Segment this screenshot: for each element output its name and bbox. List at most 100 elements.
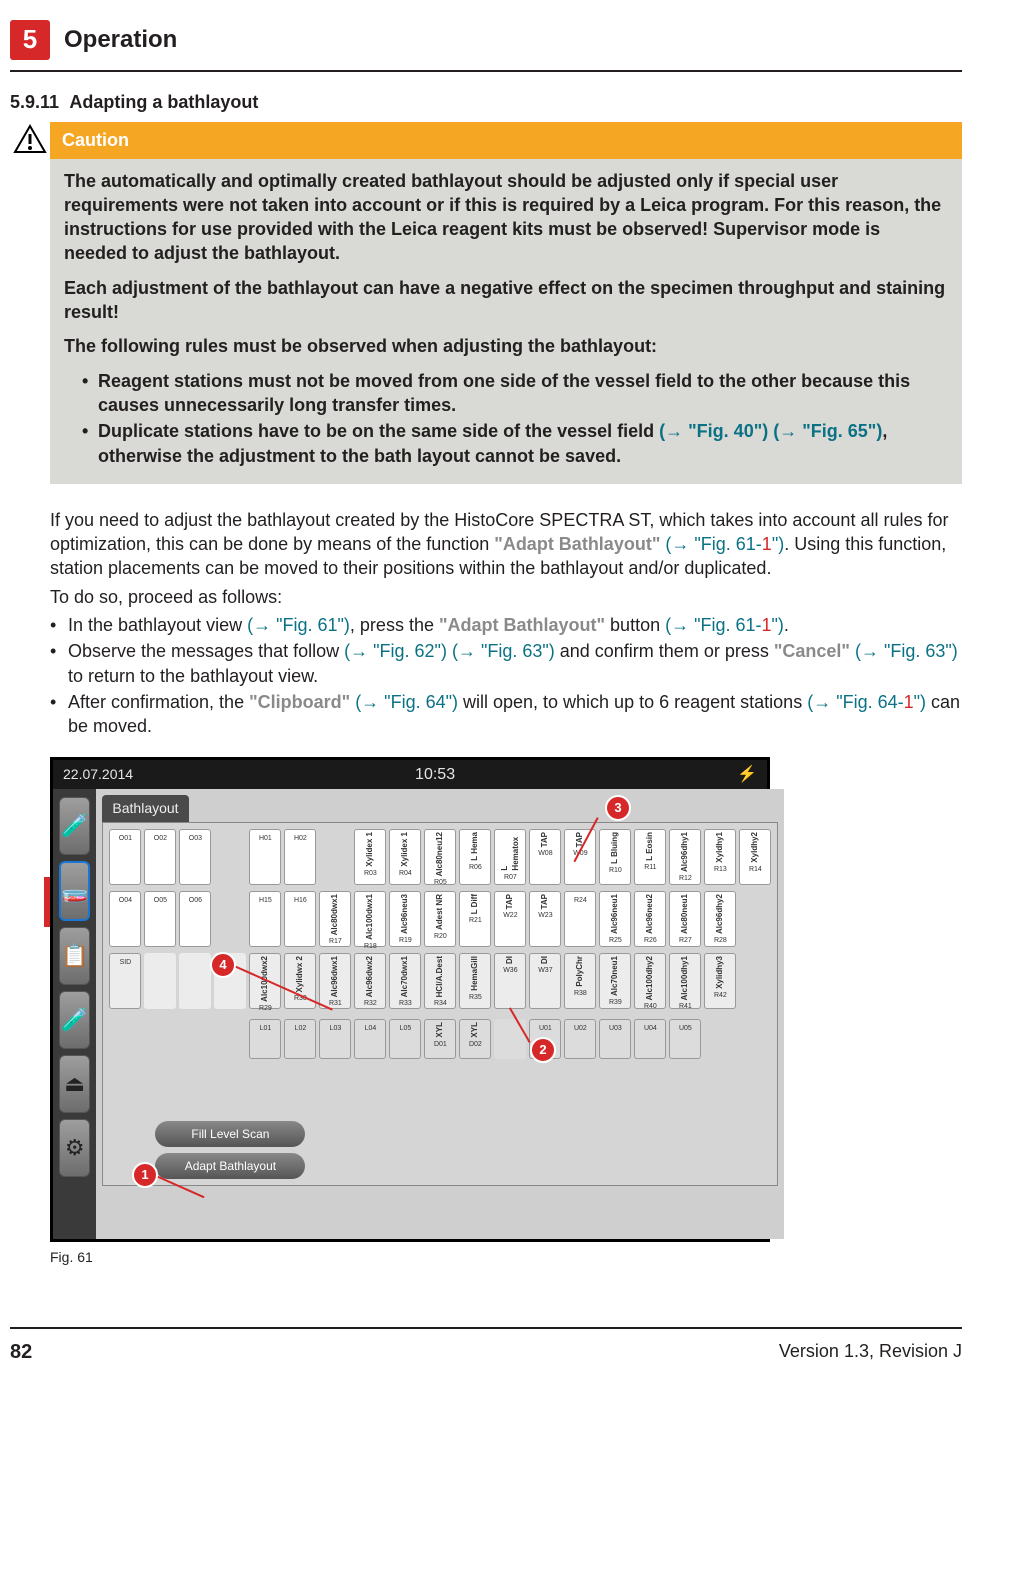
station-W23[interactable]: TAPW23 — [529, 891, 561, 947]
station-R42[interactable]: Xylidhy3R42 — [704, 953, 736, 1009]
station-gap — [319, 829, 351, 885]
station-L05[interactable]: L05 — [389, 1019, 421, 1059]
station-R10[interactable]: L BluingR10 — [599, 829, 631, 885]
station-O06[interactable]: O06 — [179, 891, 211, 947]
station-R21[interactable]: L DiffR21 — [459, 891, 491, 947]
station-gap — [494, 1019, 526, 1059]
station-L04[interactable]: L04 — [354, 1019, 386, 1059]
station-R29[interactable]: Alc100dwx2R29 — [249, 953, 281, 1009]
link-fig40[interactable]: (→ "Fig. 40") — [659, 421, 768, 441]
fill-level-scan-button[interactable]: Fill Level Scan — [155, 1121, 305, 1147]
station-R17[interactable]: Alc80dwx1R17 — [319, 891, 351, 947]
station-W09[interactable]: TAPW09 — [564, 829, 596, 885]
station-R38[interactable]: PolyChrR38 — [564, 953, 596, 1009]
sidebar-btn-bathlayout[interactable]: 🧫 — [59, 861, 90, 921]
station-R04[interactable]: Xylidex 1R04 — [389, 829, 421, 885]
station-W22[interactable]: TAPW22 — [494, 891, 526, 947]
station-O04[interactable]: O04 — [109, 891, 141, 947]
link-fig64[interactable]: (→ "Fig. 64") — [355, 692, 458, 712]
station-R03[interactable]: Xylidex 1R03 — [354, 829, 386, 885]
screenshot-time: 10:53 — [133, 764, 737, 786]
station-R06[interactable]: L HemaR06 — [459, 829, 491, 885]
station-R32[interactable]: Alc96dwx2R32 — [354, 953, 386, 1009]
station-R35[interactable]: HemaGillR35 — [459, 953, 491, 1009]
section-title: Adapting a bathlayout — [69, 92, 258, 112]
station-R41[interactable]: Alc100dhy1R41 — [669, 953, 701, 1009]
link-fig64-1[interactable]: (→ "Fig. 64-1") — [807, 692, 926, 712]
station-H16[interactable]: H16 — [284, 891, 316, 947]
station-D02[interactable]: XYLD02 — [459, 1019, 491, 1059]
station-R19[interactable]: Alc96neu3R19 — [389, 891, 421, 947]
station-R07[interactable]: L HematoxR07 — [494, 829, 526, 885]
station-row-3: SIDAlc100dwx2R29Xylidwx 2R30Alc96dwx1R31… — [109, 953, 771, 1009]
link-fig61-1b[interactable]: (→ "Fig. 61-1") — [665, 615, 784, 635]
station-R11[interactable]: L EosinR11 — [634, 829, 666, 885]
sidebar-btn-settings[interactable]: ⚙ — [59, 1119, 90, 1177]
body-bullet-3: After confirmation, the "Clipboard" (→ "… — [50, 690, 962, 739]
station-L03[interactable]: L03 — [319, 1019, 351, 1059]
caution-bullet-1: Reagent stations must not be moved from … — [82, 369, 948, 418]
caution-label: Caution — [50, 122, 962, 158]
station-R20[interactable]: Adest NRR20 — [424, 891, 456, 947]
station-W37[interactable]: DIW37 — [529, 953, 561, 1009]
station-R14[interactable]: Xyldhy2R14 — [739, 829, 771, 885]
station-W36[interactable]: DIW36 — [494, 953, 526, 1009]
sidebar-btn-programs[interactable]: 📋 — [59, 927, 90, 985]
station-L02[interactable]: L02 — [284, 1019, 316, 1059]
station-R33[interactable]: Alc70dwx1R33 — [389, 953, 421, 1009]
station-H15[interactable]: H15 — [249, 891, 281, 947]
version-text: Version 1.3, Revision J — [779, 1339, 962, 1366]
adapt-bathlayout-button[interactable]: Adapt Bathlayout — [155, 1153, 305, 1179]
station-R31[interactable]: Alc96dwx1R31 — [319, 953, 351, 1009]
station-R39[interactable]: Alc70neu1R39 — [599, 953, 631, 1009]
label-adapt-bathlayout: "Adapt Bathlayout" — [494, 534, 660, 554]
station-O01[interactable]: O01 — [109, 829, 141, 885]
station-R27[interactable]: Alc80neu1R27 — [669, 891, 701, 947]
station-O05[interactable]: O05 — [144, 891, 176, 947]
station-O02[interactable]: O02 — [144, 829, 176, 885]
station-gap — [144, 953, 176, 1009]
station-U04[interactable]: U04 — [634, 1019, 666, 1059]
link-fig61-1a[interactable]: (→ "Fig. 61-1") — [665, 534, 784, 554]
station-H01[interactable]: H01 — [249, 829, 281, 885]
link-fig63a[interactable]: (→ "Fig. 63") — [452, 641, 555, 661]
link-fig63b[interactable]: (→ "Fig. 63") — [855, 641, 958, 661]
station-R34[interactable]: HCl/A.DestR34 — [424, 953, 456, 1009]
chapter-number-badge: 5 — [10, 20, 50, 60]
station-SID[interactable]: SID — [109, 953, 141, 1009]
chapter-title: Operation — [64, 24, 177, 56]
station-U05[interactable]: U05 — [669, 1019, 701, 1059]
station-R05[interactable]: Alc80neu12R05 — [424, 829, 456, 885]
station-H02[interactable]: H02 — [284, 829, 316, 885]
station-R13[interactable]: Xyldhy1R13 — [704, 829, 736, 885]
caution-p3: The following rules must be observed whe… — [64, 334, 948, 358]
screenshot-tab[interactable]: Bathlayout — [102, 795, 188, 822]
station-W08[interactable]: TAPW08 — [529, 829, 561, 885]
station-gap — [179, 953, 211, 1009]
status-icon: ⚡ — [737, 764, 757, 786]
station-U02[interactable]: U02 — [564, 1019, 596, 1059]
station-L01[interactable]: L01 — [249, 1019, 281, 1059]
link-fig61[interactable]: (→ "Fig. 61") — [247, 615, 350, 635]
station-R18[interactable]: Alc100dwx1R18 — [354, 891, 386, 947]
station-row-4: L01L02L03L04L05XYLD01XYLD02U01U02U03U04U… — [249, 1019, 771, 1059]
sidebar-btn-status[interactable]: 🧪 — [59, 991, 90, 1049]
station-R25[interactable]: Alc96neu1R25 — [599, 891, 631, 947]
station-R12[interactable]: Alc96dhy1R12 — [669, 829, 701, 885]
link-fig62[interactable]: (→ "Fig. 62") — [344, 641, 447, 661]
station-R28[interactable]: Alc96dhy2R28 — [704, 891, 736, 947]
sidebar-btn-reagents[interactable]: 🧪 — [59, 797, 90, 855]
link-fig65[interactable]: (→ "Fig. 65") — [773, 421, 882, 441]
caution-text: The automatically and optimally created … — [50, 159, 962, 484]
station-D01[interactable]: XYLD01 — [424, 1019, 456, 1059]
station-R24[interactable]: R24 — [564, 891, 596, 947]
sidebar-btn-eject[interactable]: ⏏ — [59, 1055, 90, 1113]
station-O03[interactable]: O03 — [179, 829, 211, 885]
active-sidebar-indicator — [44, 877, 50, 927]
section-heading: 5.9.11 Adapting a bathlayout — [10, 90, 962, 114]
screenshot-topbar: 22.07.2014 10:53 ⚡ — [53, 760, 767, 790]
station-R40[interactable]: Alc100dhy2R40 — [634, 953, 666, 1009]
station-U03[interactable]: U03 — [599, 1019, 631, 1059]
station-R26[interactable]: Alc96neu2R26 — [634, 891, 666, 947]
section-number: 5.9.11 — [10, 92, 59, 112]
